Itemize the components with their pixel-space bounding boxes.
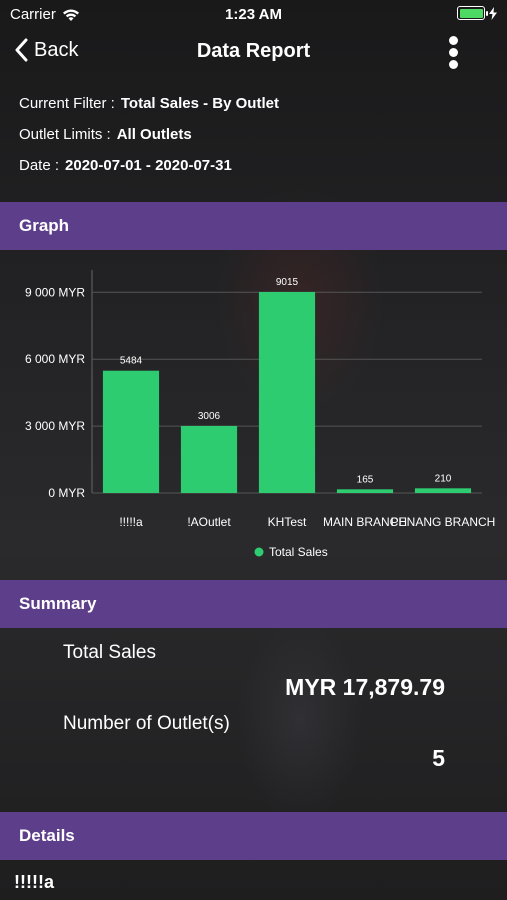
date-label: Date : bbox=[19, 157, 60, 174]
legend-marker bbox=[254, 547, 264, 557]
battery-icon bbox=[457, 6, 488, 20]
bar-value-label: 9015 bbox=[276, 277, 299, 288]
x-tick-label: !AOutlet bbox=[187, 515, 231, 529]
total-sales-value: MYR 17,879.79 bbox=[285, 674, 445, 700]
current-filter-row: Current Filter : Total Sales - By Outlet bbox=[19, 88, 507, 119]
summary-panel: Total Sales MYR 17,879.79 Number of Outl… bbox=[0, 628, 507, 812]
details-list-item[interactable]: !!!!!a bbox=[14, 872, 507, 893]
x-tick-label: !!!!!a bbox=[119, 515, 143, 529]
total-sales-label: Total Sales bbox=[63, 642, 156, 663]
bar bbox=[180, 425, 238, 493]
y-tick-label: 0 MYR bbox=[48, 486, 85, 500]
bar bbox=[102, 370, 160, 493]
summary-section-header: Summary bbox=[0, 580, 507, 628]
date-value: 2020-07-01 - 2020-07-31 bbox=[65, 157, 232, 174]
y-tick-label: 6 000 MYR bbox=[25, 352, 85, 366]
bar-value-label: 3006 bbox=[198, 411, 221, 422]
sales-bar-chart: 0 MYR 3 000 MYR 6 000 MYR 9 000 MYR 5484!!!!… bbox=[0, 250, 507, 580]
graph-section-title: Graph bbox=[19, 216, 70, 235]
outlet-count-value: 5 bbox=[432, 745, 445, 771]
outlet-limits-row: Outlet Limits : All Outlets bbox=[19, 119, 507, 150]
more-options-icon[interactable] bbox=[443, 34, 463, 72]
outlet-count-label: Number of Outlet(s) bbox=[63, 713, 230, 734]
charging-bolt-icon bbox=[489, 6, 497, 20]
x-tick-label: KHTest bbox=[268, 515, 307, 529]
details-section-title: Details bbox=[19, 826, 75, 845]
legend-label: Total Sales bbox=[269, 545, 328, 559]
current-filter-label: Current Filter : bbox=[19, 95, 115, 112]
summary-section-title: Summary bbox=[19, 594, 97, 613]
bar bbox=[336, 489, 394, 493]
current-filter-value: Total Sales - By Outlet bbox=[120, 95, 279, 112]
status-bar: Carrier 1:23 AM bbox=[0, 0, 507, 28]
chart-canvas: 0 MYR 3 000 MYR 6 000 MYR 9 000 MYR 5484!!!!… bbox=[25, 270, 496, 559]
details-section-header: Details bbox=[0, 812, 507, 860]
clock: 1:23 AM bbox=[225, 6, 282, 23]
bar-value-label: 5484 bbox=[120, 356, 143, 367]
battery-indicator bbox=[457, 6, 497, 20]
y-tick-label: 9 000 MYR bbox=[25, 285, 85, 299]
bar bbox=[414, 488, 472, 493]
bar-value-label: 165 bbox=[357, 474, 374, 485]
navigation-bar: Back Data Report bbox=[0, 30, 507, 76]
filter-info: Current Filter : Total Sales - By Outlet… bbox=[19, 88, 507, 181]
graph-section-header: Graph bbox=[0, 202, 507, 250]
outlet-limits-label: Outlet Limits : bbox=[19, 126, 111, 143]
date-row: Date : 2020-07-01 - 2020-07-31 bbox=[19, 150, 507, 181]
bar bbox=[258, 291, 316, 493]
outlet-limits-value: All Outlets bbox=[116, 126, 192, 143]
bar-value-label: 210 bbox=[435, 473, 452, 484]
y-tick-label: 3 000 MYR bbox=[25, 419, 85, 433]
page-title: Data Report bbox=[196, 40, 311, 62]
x-tick-label: PENANG BRANCH bbox=[391, 515, 496, 529]
